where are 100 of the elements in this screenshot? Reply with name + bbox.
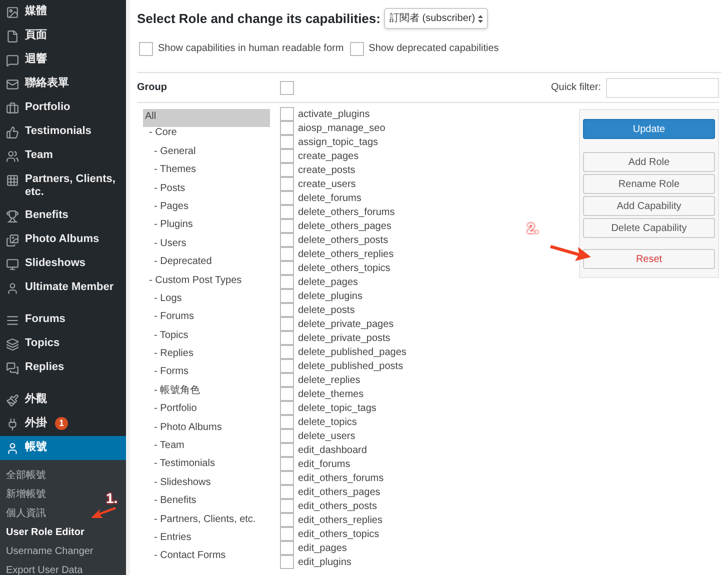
checkbox[interactable] [280,555,294,569]
checkbox[interactable] [280,149,294,163]
action-button[interactable]: Delete Capability [583,218,715,238]
plug-icon [6,418,19,431]
action-button[interactable]: Rename Role [583,174,715,194]
group-item[interactable]: - Replies [143,346,270,364]
checkbox[interactable] [280,359,294,373]
sidebar-item[interactable]: Ultimate Member [0,276,126,300]
sidebar-item[interactable]: Portfolio [0,96,126,120]
checkbox[interactable] [280,331,294,345]
checkbox[interactable] [280,163,294,177]
group-item[interactable]: - Pages [143,198,270,218]
group-item[interactable]: - Photo Albums [143,420,270,438]
group-item[interactable]: - Plugins [143,217,270,236]
checkbox[interactable] [280,205,294,219]
action-button[interactable]: Reset [583,249,715,269]
checkbox[interactable] [280,219,294,233]
checkbox[interactable] [280,191,294,205]
sidebar-item[interactable]: 媒體 [0,0,126,24]
group-item[interactable]: - General [143,144,270,162]
checkbox[interactable] [280,429,294,443]
group-item[interactable]: - Forms [143,364,270,383]
action-button[interactable]: Add Role [583,152,715,172]
sidebar-item[interactable]: 頁面 [0,24,126,48]
checkbox[interactable] [280,121,294,135]
checkbox[interactable] [280,387,294,401]
sidebar-item[interactable]: 帳號 [0,436,126,460]
checkbox[interactable] [280,177,294,191]
sidebar-item[interactable]: 聯絡表單 [0,72,126,96]
capability-label: delete_published_pages [298,346,406,360]
action-button[interactable]: Add Capability [583,196,715,216]
envelope-icon [6,78,19,91]
group-item[interactable]: - Deprecated [143,254,270,273]
group-item[interactable]: - Contact Forms [143,548,270,567]
group-item[interactable]: - Partners, Clients, etc. [143,512,270,530]
checkbox[interactable] [280,443,294,457]
sidebar-item[interactable]: Benefits [0,204,126,228]
submenu-item[interactable]: User Role Editor [0,523,90,542]
capability-label: create_users [298,178,356,192]
checkbox[interactable] [280,80,294,94]
checkbox[interactable] [280,247,294,261]
group-item[interactable]: - Portfolio [143,401,270,420]
checkbox[interactable] [280,401,294,415]
checkbox[interactable] [280,261,294,275]
checkbox[interactable] [280,345,294,359]
update-button[interactable]: Update [583,119,715,139]
sidebar-item[interactable]: 外掛 1 [0,412,126,436]
checkbox[interactable] [280,499,294,513]
role-select[interactable]: 訂閱者 (subscriber) [384,8,488,29]
sidebar-item[interactable]: Replies [0,356,126,380]
group-item[interactable]: - Testimonials [143,456,270,475]
sidebar-item[interactable]: Photo Albums [0,228,126,252]
checkbox[interactable] [280,275,294,289]
checkbox[interactable] [280,513,294,527]
sidebar-item[interactable]: 外觀 [0,388,126,412]
group-item[interactable]: All [143,109,270,128]
sidebar-item[interactable]: Topics [0,332,126,356]
checkbox[interactable] [280,317,294,331]
checkbox[interactable] [280,303,294,317]
submenu-item[interactable]: 新增帳號 [0,485,52,504]
group-item[interactable]: - Users [143,236,270,254]
group-item[interactable]: - Custom Post Types [143,272,270,291]
sidebar-item[interactable]: Partners, Clients, etc. [0,168,126,204]
speech-bubble-icon [6,54,19,67]
group-item[interactable]: - Entries [143,530,270,548]
checkbox[interactable] [280,485,294,499]
group-item[interactable]: - Topics [143,328,270,346]
checkbox[interactable] [280,135,294,149]
group-item[interactable]: - Benefits [143,493,270,512]
sidebar-item[interactable]: Forums [0,308,126,332]
group-item[interactable]: - Posts [143,180,270,199]
quick-filter-field[interactable] [606,78,719,98]
sidebar-item[interactable]: Testimonials [0,120,126,144]
checkbox[interactable] [280,457,294,471]
checkbox[interactable] [280,541,294,555]
checkbox[interactable] [280,415,294,429]
submenu-item[interactable]: Export User Data [0,561,89,575]
checkbox[interactable] [280,233,294,247]
checkbox[interactable] [280,289,294,303]
group-item[interactable]: - Logs [143,290,270,310]
checkbox[interactable] [280,527,294,541]
capability-label: delete_published_posts [298,360,404,374]
submenu-item[interactable]: 全部帳號 [0,466,52,485]
submenu-item[interactable]: Username Changer [0,542,100,561]
checkbox[interactable] [350,42,364,56]
checkbox[interactable] [280,471,294,485]
group-item[interactable]: - Forums [143,309,270,328]
group-item[interactable]: - Themes [143,162,270,181]
group-item[interactable]: - Slideshows [143,474,270,494]
sidebar-item[interactable]: 迴響 [0,48,126,72]
sidebar-item[interactable]: Team [0,144,126,168]
group-item[interactable]: - Core [143,125,270,144]
checkbox[interactable] [280,373,294,387]
checkbox[interactable] [280,107,294,121]
group-item[interactable]: - 帳號角色 [143,382,270,402]
submenu-item[interactable]: 個人資訊 [0,504,52,523]
checkbox[interactable] [139,42,153,56]
sidebar-item[interactable]: Slideshows [0,252,126,276]
capability-label: delete_others_posts [298,234,388,248]
group-item[interactable]: - Team [143,438,270,456]
